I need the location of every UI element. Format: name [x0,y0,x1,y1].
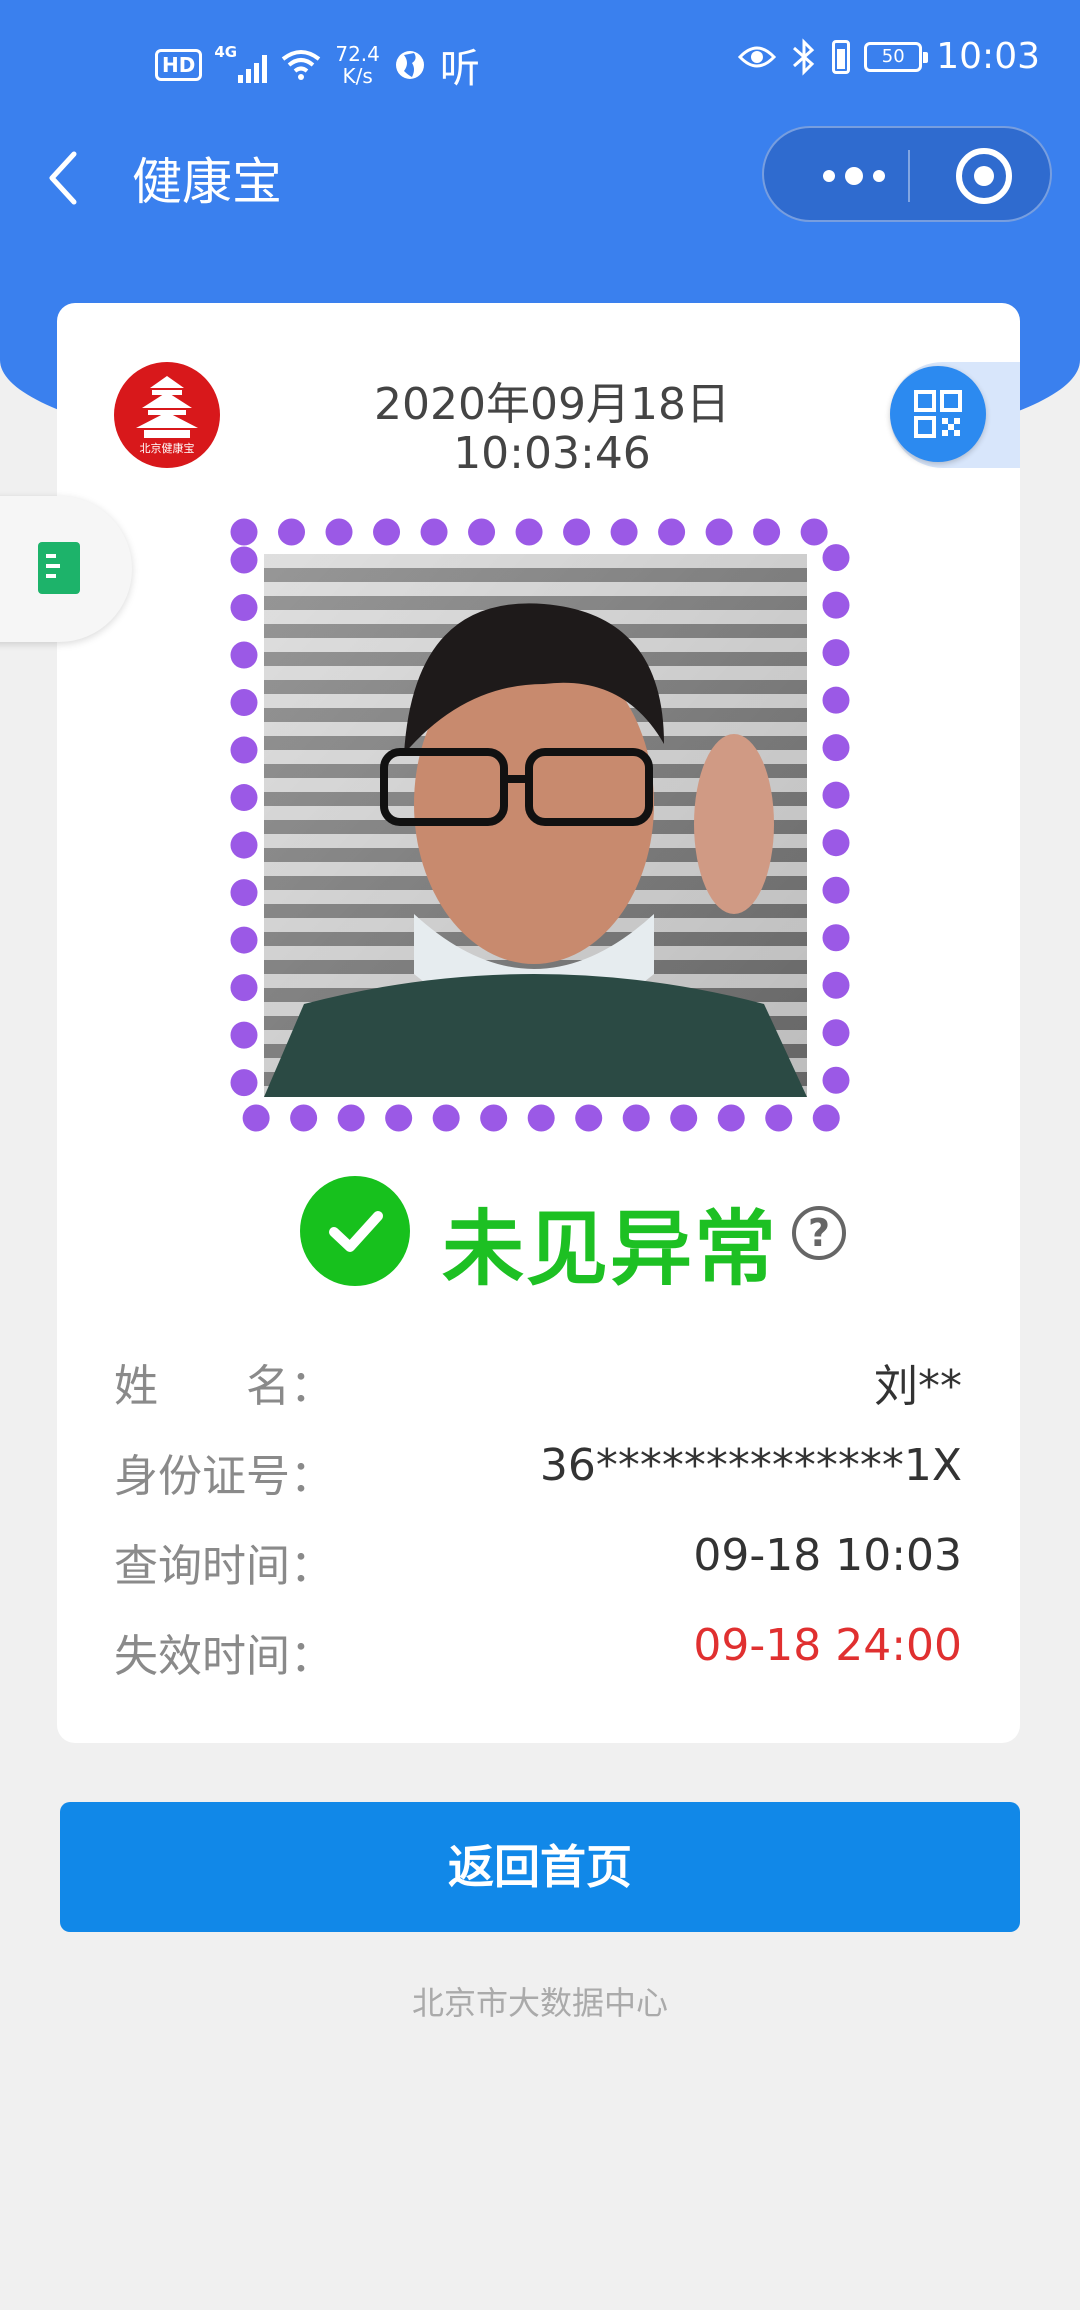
cellular-signal-icon: 4G [214,43,268,83]
battery-icon: 50 [864,41,929,72]
health-status: 未见异常 ? [300,1176,860,1297]
info-label: 身份证号： [114,1451,334,1502]
query-clock: 10:03:46 [453,428,651,479]
query-date: 2020年09月18日 [374,379,730,430]
miniprogram-capsule [762,126,1052,222]
info-value: 09-18 24:00 [693,1620,962,1671]
qr-code-button[interactable] [890,366,986,462]
info-label: 失效时间： [114,1631,334,1682]
info-row-expiry-time: 失效时间： 09-18 24:00 [114,1620,962,1690]
beijing-health-logo: 北京健康宝 [114,362,220,468]
page-title: 健康宝 [132,153,282,211]
document-icon [38,542,80,594]
more-options-button[interactable] [804,148,904,204]
dot-icon [845,167,863,185]
bluetooth-icon [793,37,815,76]
info-label: 姓 名： [114,1361,334,1412]
eye-icon [738,46,777,67]
info-value: 36**************1X [539,1440,962,1491]
return-home-button[interactable]: 返回首页 [60,1802,1020,1932]
help-icon[interactable]: ? [792,1206,846,1260]
close-miniprogram-button[interactable] [956,148,1012,204]
status-label: 未见异常 [442,1202,779,1297]
status-time: 10:03 [936,36,1040,77]
info-row-id-number: 身份证号： 36**************1X [114,1440,962,1510]
footer-text: 北京市大数据中心 [411,1984,668,2022]
wifi-icon [282,50,321,80]
info-row-query-time: 查询时间： 09-18 10:03 [114,1530,962,1600]
network-speed: 72.4 K/s [335,42,380,88]
info-value: 09-18 10:03 [693,1530,962,1581]
dot-icon [823,170,835,182]
person-silhouette [264,603,807,1097]
info-label: 查询时间： [114,1541,334,1592]
dot-icon [873,170,885,182]
user-photo [264,554,807,1097]
check-circle-icon [300,1176,410,1286]
info-row-name: 姓 名： 刘** [114,1350,962,1420]
status-bar: HD 4G 72.4 K/s 听 50 10:03 [0,0,1080,120]
back-arrow-icon[interactable] [44,148,84,208]
capsule-divider [908,150,910,202]
globe-icon [395,51,424,79]
info-value: 刘** [874,1361,962,1412]
listen-app-icon: 听 [439,46,480,92]
device-battery-icon [832,39,851,74]
qr-code-icon [914,390,962,438]
hd-icon: HD [155,49,203,81]
logo-caption: 北京健康宝 [139,442,195,455]
